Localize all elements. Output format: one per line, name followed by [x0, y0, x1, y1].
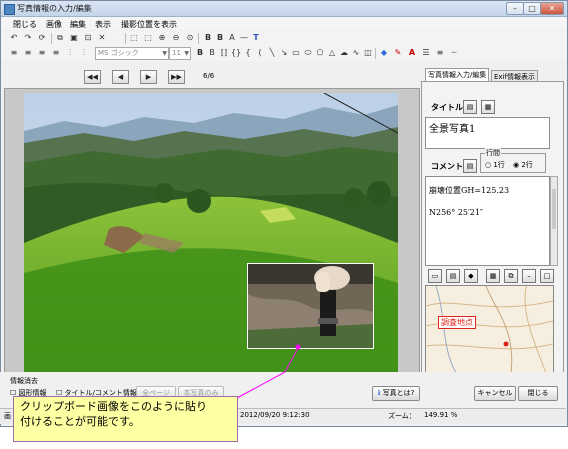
callout-pointer: [236, 344, 301, 399]
annotation-callout: クリップボード画像をこのように貼り 付けることが可能です。: [13, 396, 238, 442]
callout-line-1: クリップボード画像をこのように貼り: [20, 400, 207, 413]
callout-line-2: 付けることが可能です。: [20, 415, 140, 428]
